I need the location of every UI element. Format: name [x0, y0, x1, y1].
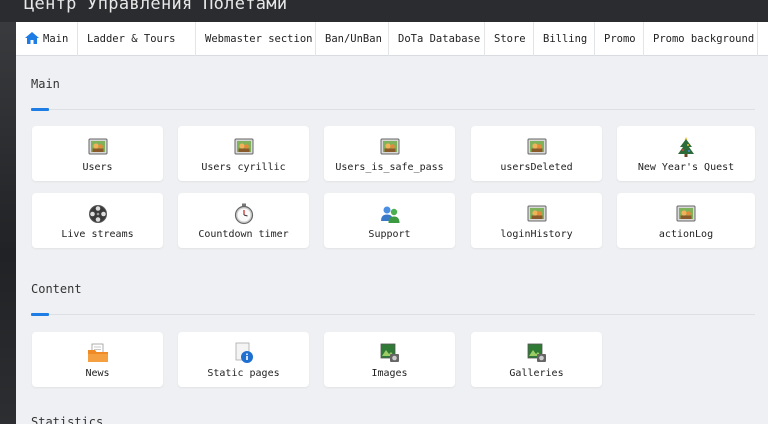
nav-item-promo[interactable]: Promo	[595, 22, 644, 56]
user-picture-icon	[234, 138, 253, 155]
nav-item-ladder-tours[interactable]: Ladder & Tours	[78, 22, 196, 56]
tile-label: New Year's Quest	[637, 162, 735, 173]
user-picture-icon	[88, 138, 107, 155]
nav-item-store[interactable]: Store	[485, 22, 534, 56]
stopwatch-icon	[234, 203, 253, 225]
tile-label: Users cyrillic	[201, 162, 286, 173]
tile-news[interactable]: News	[32, 332, 163, 387]
nav-item-ban-unban[interactable]: Ban/UnBan	[316, 22, 389, 56]
tile-label: Users_is_safe_pass	[335, 162, 444, 173]
tile-label: usersDeleted	[500, 162, 573, 173]
page-title: Центр Управления Полетами	[24, 0, 288, 14]
tile-images[interactable]: Images	[324, 332, 455, 387]
tile-action-log[interactable]: actionLog	[617, 193, 755, 248]
user-picture-icon	[676, 205, 696, 222]
tile-label: Live streams	[61, 229, 134, 240]
nav-item-promo-background[interactable]: Promo background	[644, 22, 758, 56]
nav-item-billing[interactable]: Billing	[534, 22, 595, 56]
gallery-icon	[527, 343, 546, 362]
tile-label: loginHistory	[500, 229, 573, 240]
image-icon	[380, 343, 399, 362]
user-picture-icon	[527, 138, 546, 155]
home-icon	[25, 31, 39, 44]
section-underline	[31, 108, 49, 111]
christmas-tree-icon	[678, 137, 694, 157]
tile-label: Images	[371, 368, 408, 379]
tile-users-deleted[interactable]: usersDeleted	[471, 126, 602, 181]
user-picture-icon	[380, 138, 399, 155]
support-people-icon	[380, 206, 399, 223]
tile-label: Countdown timer	[198, 229, 289, 240]
nav-item-label: DoTa Database	[398, 33, 481, 45]
nav-item-webmaster-section[interactable]: Webmaster section	[196, 22, 316, 56]
film-reel-icon	[88, 205, 107, 223]
nav-item-label: Store	[494, 33, 526, 45]
tile-static-pages[interactable]: Static pages	[178, 332, 309, 387]
tile-galleries[interactable]: Galleries	[471, 332, 602, 387]
tile-label: News	[85, 368, 110, 379]
tile-users-cyrillic[interactable]: Users cyrillic	[178, 126, 309, 181]
section-title-content: Content	[31, 282, 82, 296]
tile-new-years-quest[interactable]: New Year's Quest	[617, 126, 755, 181]
main-panel: Main Ladder & Tours Webmaster section Ba…	[16, 22, 768, 424]
info-page-icon	[235, 342, 253, 363]
section-title-main: Main	[31, 77, 60, 91]
top-nav: Main Ladder & Tours Webmaster section Ba…	[16, 22, 768, 56]
nav-item-label: Main	[43, 33, 69, 45]
background-left	[0, 0, 16, 424]
tile-users[interactable]: Users	[32, 126, 163, 181]
tile-support[interactable]: Support	[324, 193, 455, 248]
news-folder-icon	[87, 343, 108, 362]
section-underline	[31, 313, 49, 316]
nav-item-label: Promo background	[653, 33, 755, 45]
tile-label: Static pages	[207, 368, 280, 379]
user-picture-icon	[527, 205, 546, 222]
nav-item-dota-database[interactable]: DoTa Database	[389, 22, 485, 56]
tile-live-streams[interactable]: Live streams	[32, 193, 163, 248]
tile-label: Users	[82, 162, 113, 173]
nav-item-main[interactable]: Main	[16, 22, 78, 56]
nav-item-label: Webmaster section	[205, 33, 313, 45]
nav-item-label: Ban/UnBan	[325, 33, 382, 45]
tile-label: Support	[368, 229, 411, 240]
nav-item-label: Ladder & Tours	[87, 33, 176, 45]
tile-countdown-timer[interactable]: Countdown timer	[178, 193, 309, 248]
tile-label: actionLog	[658, 229, 714, 240]
section-divider	[31, 314, 755, 315]
tile-login-history[interactable]: loginHistory	[471, 193, 602, 248]
tile-label: Galleries	[509, 368, 564, 379]
nav-item-label: Billing	[543, 33, 588, 45]
nav-item-label: Promo	[604, 33, 636, 45]
tile-users-is-safe-pass[interactable]: Users_is_safe_pass	[324, 126, 455, 181]
section-title-statistics: Statistics	[31, 415, 104, 424]
section-divider	[31, 109, 755, 110]
